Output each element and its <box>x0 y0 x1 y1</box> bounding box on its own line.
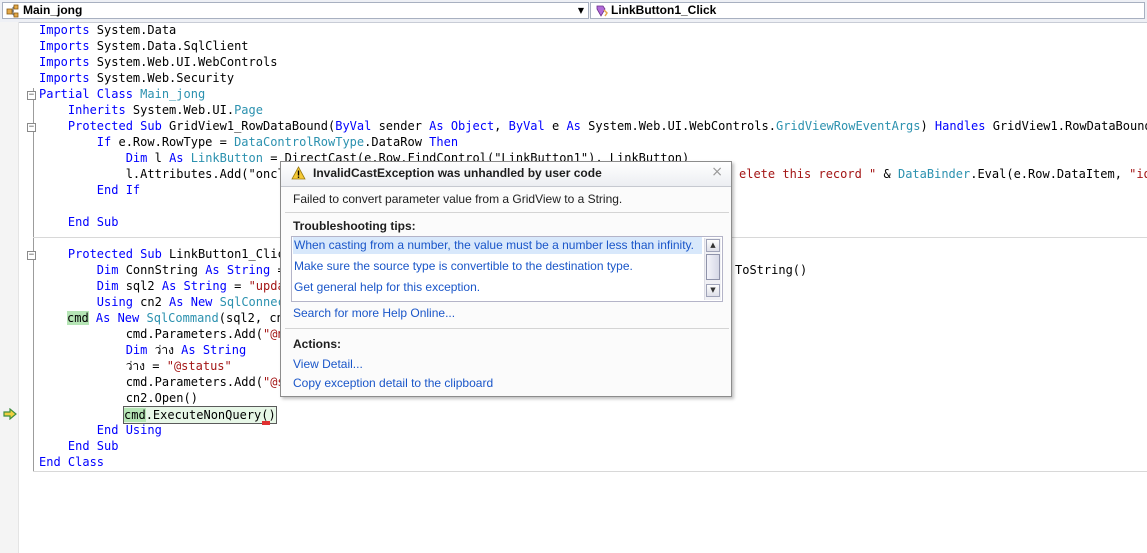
tips-heading: Troubleshooting tips: <box>293 219 416 233</box>
code-line: End Using <box>39 423 162 437</box>
close-icon[interactable]: × <box>711 164 723 180</box>
popup-title: InvalidCastException was unhandled by us… <box>313 166 602 180</box>
warning-icon <box>291 166 306 180</box>
code-line: Imports System.Web.Security <box>39 71 235 85</box>
exception-assistant-popup: InvalidCastException was unhandled by us… <box>280 161 732 397</box>
code-line: If e.Row.RowType = DataControlRowType.Da… <box>39 135 459 149</box>
copy-exception-link[interactable]: Copy exception detail to the clipboard <box>293 376 493 390</box>
divider <box>285 328 729 329</box>
scroll-thumb[interactable] <box>706 254 720 280</box>
code-line: End If <box>39 183 141 197</box>
view-detail-link[interactable]: View Detail... <box>293 357 363 371</box>
exception-message: Failed to convert parameter value from a… <box>293 192 623 206</box>
code-line: l.Attributes.Add("oncli <box>39 167 292 181</box>
tips-list: When casting from a number, the value mu… <box>291 236 723 302</box>
code-line: Protected Sub GridView1_RowDataBound(ByV… <box>39 119 1147 133</box>
tip-link-general-help[interactable]: Get general help for this exception. <box>294 280 480 294</box>
code-line: Protected Sub LinkButton1_Click <box>39 247 292 261</box>
code-line: Using cn2 As New SqlConnect <box>39 295 292 309</box>
tip-link-source-type[interactable]: Make sure the source type is convertible… <box>294 259 633 273</box>
smart-tag-marker[interactable] <box>262 421 270 425</box>
code-line-continued: elete this record " & DataBinder.Eval(e.… <box>739 167 1147 181</box>
tip-link-casting[interactable]: When casting from a number, the value mu… <box>293 237 702 254</box>
code-line-continued: ToString() <box>735 263 808 277</box>
code-line: End Sub <box>39 215 119 229</box>
code-line: End Sub <box>39 439 119 453</box>
tips-scrollbar[interactable]: ▲ ▼ <box>704 238 721 300</box>
code-line: Dim sql2 As String = "updat <box>39 279 292 293</box>
scroll-down-icon[interactable]: ▼ <box>706 284 720 297</box>
code-line: cn2.Open() <box>39 391 198 405</box>
code-line: Dim ว่าง As String <box>39 343 247 357</box>
code-line: ว่าง = "@status" <box>39 359 232 373</box>
divider <box>285 212 729 213</box>
code-line: Imports System.Data <box>39 23 177 37</box>
code-line: Inherits System.Web.UI.Page <box>39 103 263 117</box>
code-line: Imports System.Web.UI.WebControls <box>39 55 278 69</box>
code-line: End Class <box>39 455 105 469</box>
search-help-online-link[interactable]: Search for more Help Online... <box>293 306 455 320</box>
code-line: cmd.Parameters.Add("@st <box>39 375 292 389</box>
actions-heading: Actions: <box>293 337 341 351</box>
scroll-up-icon[interactable]: ▲ <box>706 239 720 252</box>
code-line: Imports System.Data.SqlClient <box>39 39 249 53</box>
code-line: Dim ConnString As String = <box>39 263 285 277</box>
code-line: cmd.Parameters.Add("@nu <box>39 327 292 341</box>
code-line: Partial Class Main_jong <box>39 87 206 101</box>
popup-title-bar: InvalidCastException was unhandled by us… <box>281 162 731 187</box>
code-line: cmd As New SqlCommand(sql2, cn2 <box>67 311 291 325</box>
